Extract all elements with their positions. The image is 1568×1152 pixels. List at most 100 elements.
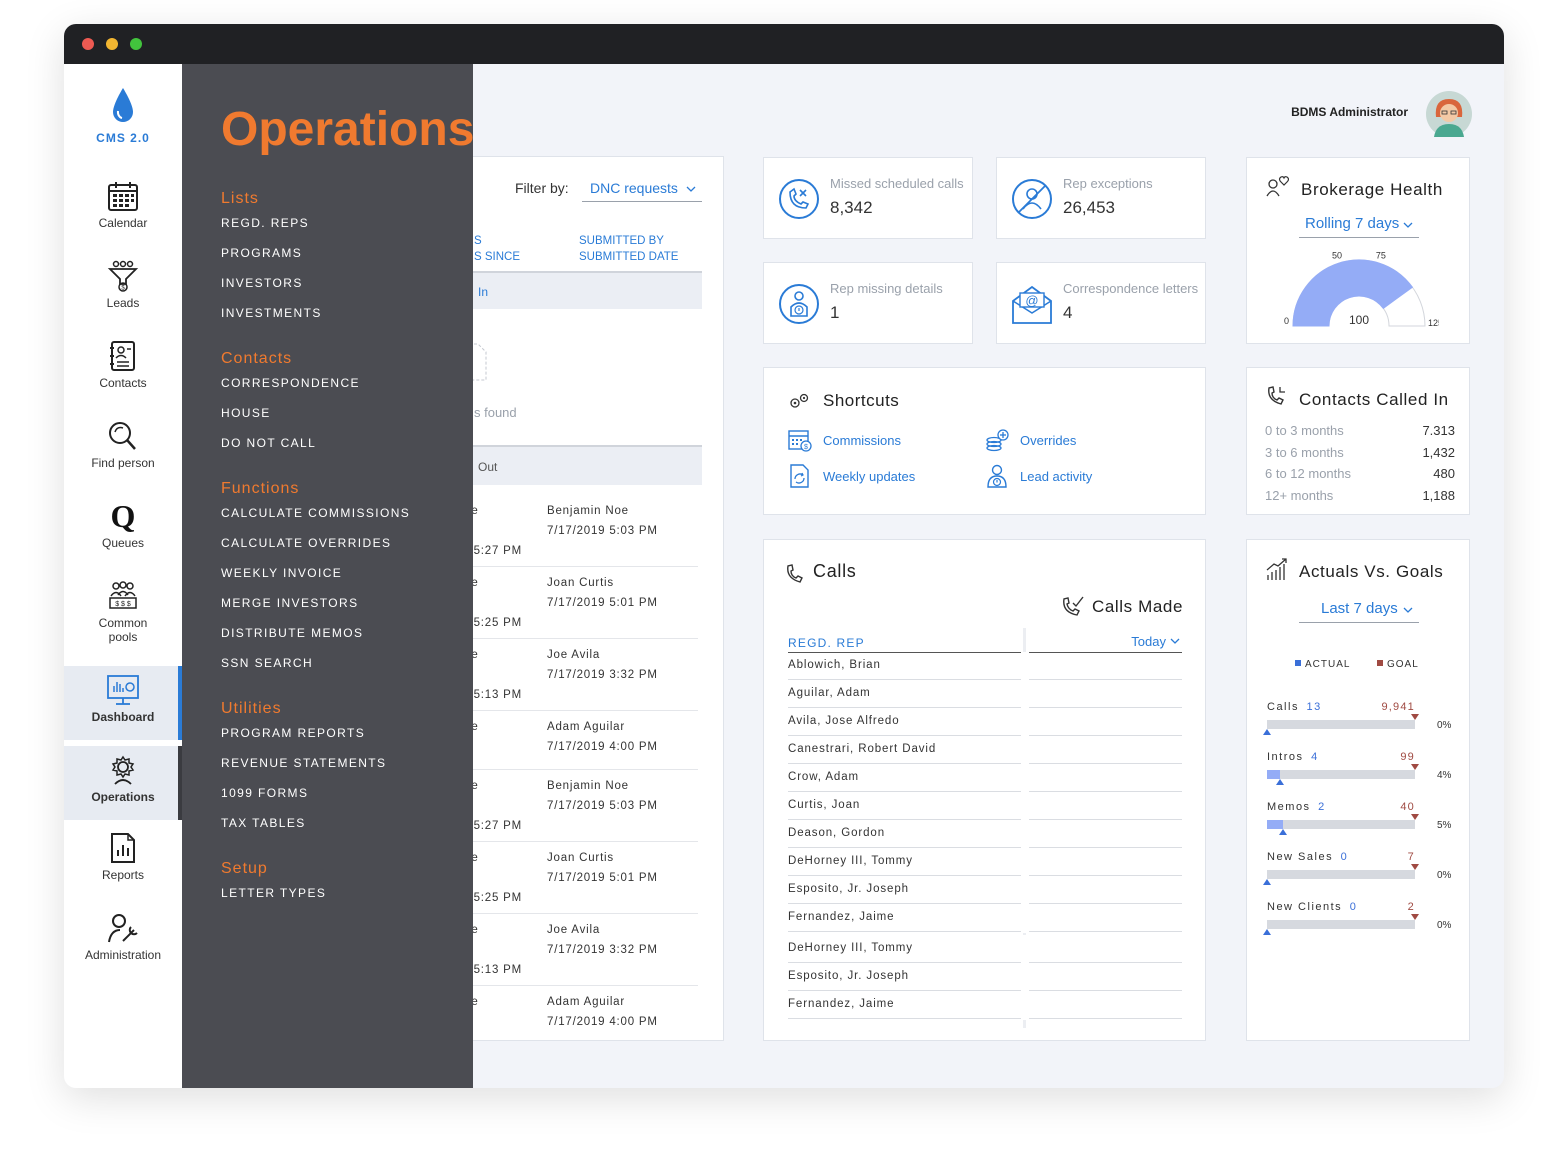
metric-percent: 0% — [1437, 720, 1452, 731]
flyout-menu-item[interactable]: 1099 FORMS — [221, 786, 308, 800]
nav-operations[interactable]: Operations — [64, 746, 182, 820]
close-window-button[interactable] — [82, 38, 94, 50]
stat-card-rep-missing[interactable]: Rep missing details 1 — [763, 262, 973, 344]
cell-text: /19 05:25 PM — [468, 892, 523, 904]
nav-dashboard[interactable]: Dashboard — [64, 666, 182, 740]
nav-reports[interactable]: Reports — [64, 832, 182, 902]
request-row[interactable]: OfficessedAdam Aguilar7/17/2019 4:00 PM — [468, 986, 698, 1035]
shortcut-label: Overrides — [1020, 433, 1077, 448]
nav-contacts[interactable]: Contacts — [64, 340, 182, 410]
find-person-icon — [109, 422, 136, 450]
stat-label: Rep missing details — [830, 281, 943, 296]
column-header-status[interactable]: S S SINCE — [474, 233, 520, 265]
flyout-menu-item[interactable]: SSN SEARCH — [221, 656, 313, 670]
rep-row[interactable]: Canestrari, Robert David — [788, 736, 1182, 765]
shortcut-weekly-updates[interactable]: Weekly updates — [788, 464, 968, 488]
maximize-window-button[interactable] — [130, 38, 142, 50]
request-row[interactable]: Office ssed/19 05:25 PM Joan Curtis 7/17/20… — [468, 567, 698, 639]
regd-rep-header[interactable]: REGD. REP — [788, 636, 865, 650]
actuals-metrics: Calls 13 9,941 0% Intros 4 99 4% Memos 2 40 5% Ne… — [1247, 690, 1471, 940]
rep-row[interactable]: Esposito, Jr. Joseph — [788, 963, 1182, 992]
row-gap — [1021, 736, 1029, 765]
flyout-menu-item[interactable]: DISTRIBUTE MEMOS — [221, 626, 363, 640]
rep-row[interactable]: Crow, Adam — [788, 764, 1182, 793]
flyout-menu-item[interactable]: DO NOT CALL — [221, 436, 316, 450]
metric-progress-bar — [1267, 814, 1419, 835]
flyout-menu-item[interactable]: REGD. REPS — [221, 216, 309, 230]
rep-row[interactable]: Deason, Gordon — [788, 820, 1182, 849]
nav-administration[interactable]: Administration — [64, 912, 182, 982]
brokerage-period: Rolling 7 days — [1305, 215, 1400, 232]
rep-row[interactable]: Aguilar, Adam — [788, 680, 1182, 709]
flyout-menu-item[interactable]: TAX TABLES — [221, 816, 306, 830]
rep-row[interactable]: Ablowich, Brian — [788, 652, 1182, 681]
nav-queues[interactable]: Q Queues — [64, 500, 182, 570]
tab-in[interactable]: In — [444, 271, 702, 309]
request-row[interactable]: Office ssed/19 05:25 PM Joan Curtis 7/17/20… — [468, 842, 698, 914]
minimize-window-button[interactable] — [106, 38, 118, 50]
flyout-menu-item[interactable]: PROGRAMS — [221, 246, 302, 260]
operations-icon — [111, 755, 135, 785]
flyout-section-title: Setup — [221, 860, 268, 877]
shortcut-lead-activity[interactable]: Lead activity — [985, 464, 1165, 488]
tab-in-label: In — [478, 285, 489, 299]
shortcut-commissions[interactable]: $ Commissions — [788, 428, 968, 452]
flyout-menu-item[interactable]: CALCULATE OVERRIDES — [221, 536, 391, 550]
flyout-menu-item[interactable]: WEEKLY INVOICE — [221, 566, 342, 580]
missed-call-icon — [779, 179, 819, 219]
rep-row[interactable]: Fernandez, Jaime — [788, 904, 1182, 933]
flyout-menu-item[interactable]: INVESTORS — [221, 276, 303, 290]
flyout-menu-item[interactable]: CALCULATE COMMISSIONS — [221, 506, 410, 520]
nav-calendar[interactable]: Calendar — [64, 180, 182, 250]
rep-row[interactable]: Esposito, Jr. Joseph — [788, 876, 1182, 905]
nav-leads[interactable]: $ Leads — [64, 260, 182, 330]
metric-progress-bar — [1263, 914, 1419, 935]
rep-row[interactable]: Avila, Jose Alfredo — [788, 708, 1182, 737]
column-header-submitted[interactable]: SUBMITTED BY SUBMITTED DATE — [579, 233, 678, 265]
flyout-menu-item[interactable]: MERGE INVESTORS — [221, 596, 358, 610]
app-logo[interactable]: CMS 2.0 — [64, 86, 182, 145]
stat-card-correspondence[interactable]: @ Correspondence letters 4 — [996, 262, 1206, 344]
rep-row[interactable]: Curtis, Joan — [788, 792, 1182, 821]
cell-text: Joan Curtis — [547, 577, 614, 589]
col-header-line: S SINCE — [474, 251, 521, 263]
rep-row[interactable]: Fernandez, Jaime — [788, 991, 1182, 1020]
row-gap — [1021, 680, 1029, 709]
flyout-menu-item[interactable]: INVESTMENTS — [221, 306, 322, 320]
flyout-menu-item[interactable]: LETTER TYPES — [221, 886, 326, 900]
user-menu[interactable]: BDMS Administrator — [1274, 91, 1474, 137]
request-status-cell: Office ssed/19 05:25 PM — [468, 848, 522, 908]
flyout-menu-item[interactable]: HOUSE — [221, 406, 271, 420]
rep-row[interactable]: DeHorney III, Tommy — [788, 935, 1182, 964]
tab-out[interactable]: Out — [444, 445, 702, 485]
row-gap — [1021, 991, 1029, 1020]
metric-progress-fill — [1267, 770, 1281, 779]
requests-list: Office ssed/19 05:27 PM Benjamin Noe 7/17/2… — [468, 495, 698, 1035]
request-row[interactable]: Office ssed/19 05:13 PM Joe Avila 7/17/2019… — [468, 639, 698, 711]
rep-name: Canestrari, Robert David — [788, 743, 937, 755]
request-row[interactable]: OfficessedAdam Aguilar7/17/2019 4:00 PM — [468, 711, 698, 770]
shortcut-overrides[interactable]: Overrides — [985, 428, 1165, 452]
rep-row[interactable]: DeHorney III, Tommy — [788, 848, 1182, 877]
flyout-menu-item[interactable]: PROGRAM REPORTS — [221, 726, 365, 740]
nav-find-person[interactable]: Find person — [64, 420, 182, 490]
metric-actual: 0 — [1340, 851, 1349, 863]
filter-select[interactable]: DNC requests — [582, 175, 702, 202]
request-row[interactable]: Office ssed/19 05:13 PM Joe Avila 7/17/2019… — [468, 914, 698, 986]
request-row[interactable]: Office ssed/19 05:27 PM Benjamin Noe 7/17/2… — [468, 495, 698, 567]
flyout-menu-item[interactable]: REVENUE STATEMENTS — [221, 756, 386, 770]
flyout-menu-item[interactable]: CORRESPONDENCE — [221, 376, 360, 390]
nav-common-pools[interactable]: $ $ $ Common pools — [64, 580, 182, 660]
rep-name: Avila, Jose Alfredo — [788, 715, 900, 727]
overrides-icon — [986, 429, 1009, 452]
period-select[interactable]: Today — [1026, 632, 1182, 653]
stat-card-missed-calls[interactable]: Missed scheduled calls 8,342 — [763, 157, 973, 239]
chevron-down-icon — [1403, 607, 1413, 613]
actuals-period-select[interactable]: Last 7 days — [1299, 596, 1419, 623]
rep-name: Crow, Adam — [788, 771, 859, 783]
goal-marker — [1411, 864, 1419, 870]
request-row[interactable]: Office ssed/19 05:27 PM Benjamin Noe 7/17/2… — [468, 770, 698, 842]
stat-card-rep-exceptions[interactable]: Rep exceptions 26,453 — [996, 157, 1206, 239]
brokerage-period-select[interactable]: Rolling 7 days — [1299, 212, 1419, 238]
queues-icon: Q — [111, 500, 136, 532]
